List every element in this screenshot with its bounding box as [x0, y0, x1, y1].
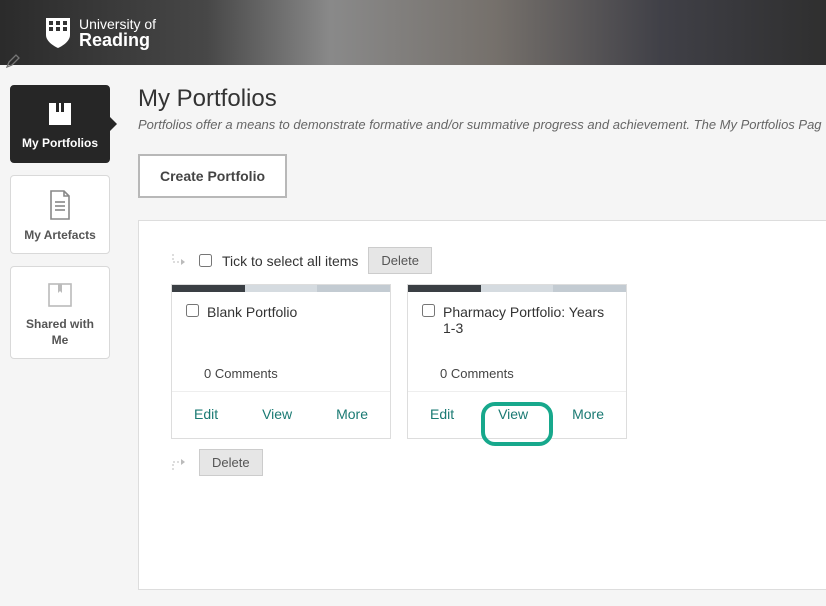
card-comments-count: 0: [440, 366, 447, 381]
app-header: University of Reading: [0, 0, 826, 65]
card-comments-label: Comments: [451, 366, 514, 381]
select-all-label: Tick to select all items: [222, 253, 358, 269]
portfolio-list-panel: Tick to select all items Delete Blank Po…: [138, 220, 826, 590]
portfolio-card: Pharmacy Portfolio: Years 1-3 0 Comments…: [407, 284, 627, 439]
page-description: Portfolios offer a means to demonstrate …: [138, 117, 826, 132]
sidebar-item-my-artefacts[interactable]: My Artefacts: [10, 175, 110, 255]
card-title: Blank Portfolio: [207, 304, 297, 320]
brand-line2: Reading: [79, 31, 156, 49]
delete-bottom-button[interactable]: Delete: [199, 449, 263, 476]
document-icon: [17, 190, 103, 220]
card-colour-strip: [408, 285, 626, 292]
sidebar-item-label: My Portfolios: [17, 136, 103, 152]
portfolio-card: Blank Portfolio 0 Comments Edit View Mor…: [171, 284, 391, 439]
card-more-link[interactable]: More: [328, 402, 376, 426]
sidebar: My Portfolios My Artefacts Shared with M…: [0, 65, 120, 590]
shield-icon: [45, 17, 71, 49]
selection-arrow-icon: [171, 252, 189, 270]
card-view-link[interactable]: View: [490, 402, 536, 426]
card-view-link[interactable]: View: [254, 402, 300, 426]
card-comments-label: Comments: [215, 366, 278, 381]
card-select-checkbox[interactable]: [422, 304, 435, 317]
sidebar-item-shared-with-me[interactable]: Shared with Me: [10, 266, 110, 359]
main-content: My Portfolios Portfolios offer a means t…: [120, 65, 826, 590]
sidebar-item-label: Shared with Me: [17, 317, 103, 348]
create-portfolio-button[interactable]: Create Portfolio: [138, 154, 287, 198]
brand-line1: University of: [79, 17, 156, 31]
page-title: My Portfolios: [138, 85, 826, 113]
card-select-checkbox[interactable]: [186, 304, 199, 317]
card-title: Pharmacy Portfolio: Years 1-3: [443, 304, 612, 336]
selection-arrow-icon: [171, 454, 189, 472]
sidebar-item-my-portfolios[interactable]: My Portfolios: [10, 85, 110, 163]
card-edit-link[interactable]: Edit: [186, 402, 226, 426]
portfolio-icon: [17, 100, 103, 128]
delete-top-button[interactable]: Delete: [368, 247, 432, 274]
select-all-checkbox[interactable]: [199, 254, 212, 267]
card-colour-strip: [172, 285, 390, 292]
edit-pencil-icon[interactable]: [6, 54, 20, 73]
card-comments-count: 0: [204, 366, 211, 381]
card-edit-link[interactable]: Edit: [422, 402, 462, 426]
sidebar-item-label: My Artefacts: [17, 228, 103, 244]
shared-portfolio-icon: [17, 281, 103, 309]
brand-logo: University of Reading: [45, 17, 156, 49]
card-more-link[interactable]: More: [564, 402, 612, 426]
